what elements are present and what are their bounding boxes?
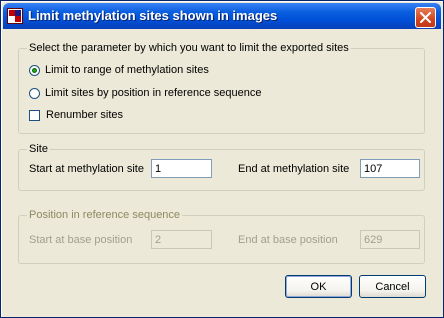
window-title: Limit methylation sites shown in images <box>28 8 278 23</box>
site-group: Site Start at methylation site End at me… <box>18 143 425 191</box>
option-range-radio[interactable] <box>29 64 40 76</box>
close-icon <box>420 12 431 23</box>
renumber-sites-checkbox-row[interactable]: Renumber sites <box>29 109 123 121</box>
end-base-input <box>360 230 420 249</box>
methyl-app-icon <box>7 8 23 24</box>
renumber-sites-label: Renumber sites <box>46 109 124 121</box>
position-group-legend: Position in reference sequence <box>27 209 183 222</box>
end-site-label: End at methylation site <box>238 163 350 175</box>
end-site-input[interactable] <box>360 159 420 178</box>
renumber-sites-checkbox[interactable] <box>29 109 40 121</box>
dialog-window: Limit methylation sites shown in images … <box>0 0 444 318</box>
title-bar[interactable]: Limit methylation sites shown in images <box>3 3 441 29</box>
option-range-label: Limit to range of methylation sites <box>45 64 209 76</box>
start-base-label: Start at base position <box>29 234 133 246</box>
start-base-input <box>151 230 212 249</box>
site-group-legend: Site <box>27 143 50 156</box>
option-position-radio[interactable] <box>29 87 40 99</box>
end-base-label: End at base position <box>238 234 338 246</box>
option-position-in-reference[interactable]: Limit sites by position in reference seq… <box>29 87 261 99</box>
close-button[interactable] <box>415 7 436 28</box>
parameter-group: Select the parameter by which you want t… <box>18 42 425 134</box>
position-group: Position in reference sequence Start at … <box>18 209 425 264</box>
start-site-label: Start at methylation site <box>29 163 144 175</box>
parameter-group-legend: Select the parameter by which you want t… <box>27 42 351 55</box>
option-range-of-sites[interactable]: Limit to range of methylation sites <box>29 64 209 76</box>
cancel-button[interactable]: Cancel <box>359 275 426 298</box>
option-position-label: Limit sites by position in reference seq… <box>45 87 262 99</box>
start-site-input[interactable] <box>151 159 212 178</box>
ok-button[interactable]: OK <box>285 275 352 298</box>
